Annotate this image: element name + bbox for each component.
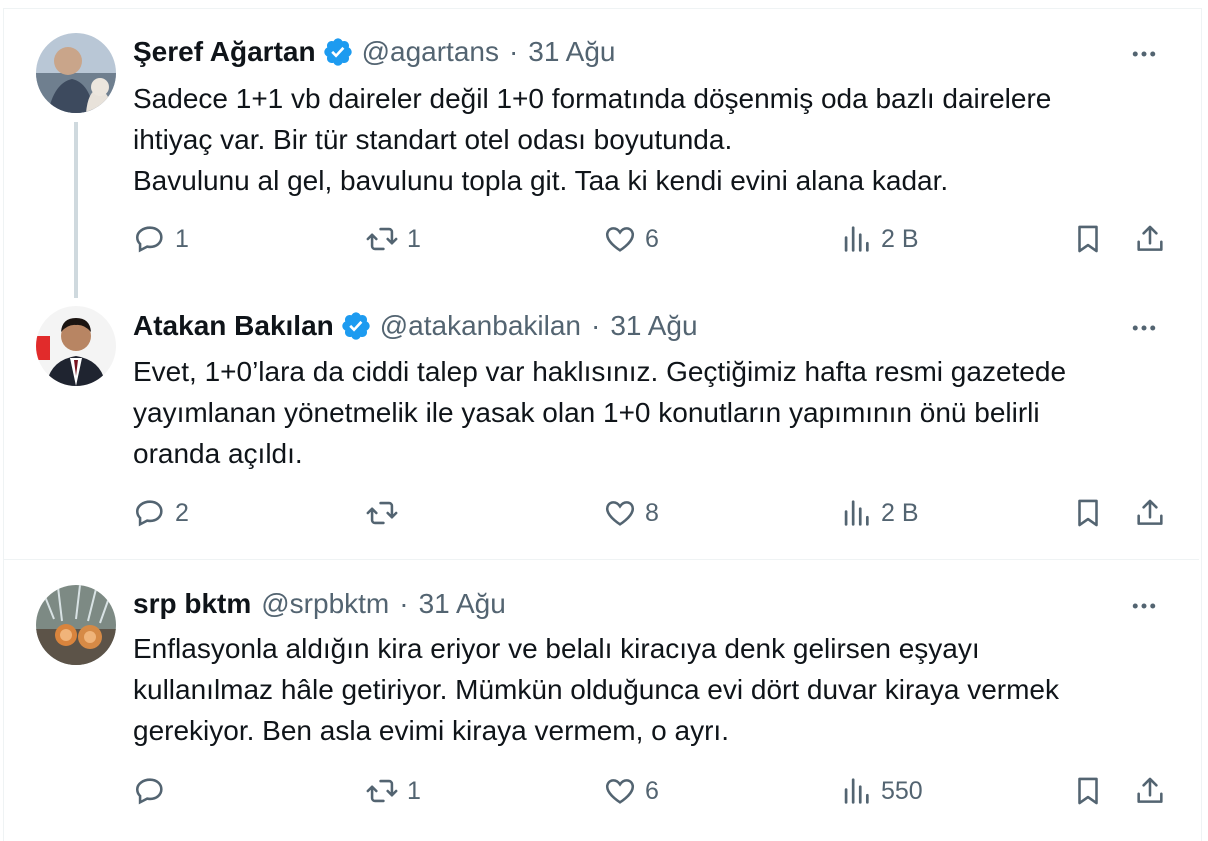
tweet-header: Atakan Bakılan @atakanbakilan · 31 Ağu bbox=[133, 308, 698, 344]
tweet-text: Enflasyonla aldığın kira eriyor ve belal… bbox=[133, 633, 1059, 746]
reply-count: 1 bbox=[175, 224, 189, 253]
reply-icon bbox=[135, 500, 163, 527]
thread-line bbox=[74, 122, 78, 298]
repost-button[interactable]: 1 bbox=[365, 222, 421, 256]
views-button[interactable]: 550 bbox=[839, 774, 923, 808]
reply-count: 2 bbox=[175, 498, 189, 527]
more-icon bbox=[1132, 51, 1156, 57]
views-count: 550 bbox=[881, 776, 923, 805]
bookmark-icon bbox=[1078, 777, 1098, 805]
verified-badge-icon bbox=[323, 38, 352, 66]
tweet-actions: 2 8 2 B bbox=[133, 496, 1173, 536]
separator-dot: · bbox=[508, 36, 519, 67]
share-icon bbox=[1137, 499, 1163, 525]
tweet-actions: 1 6 550 bbox=[133, 774, 1173, 814]
reply-icon bbox=[135, 226, 163, 253]
tweet-date[interactable]: 31 Ağu bbox=[419, 588, 506, 620]
like-icon bbox=[605, 227, 635, 252]
share-icon bbox=[1137, 777, 1163, 803]
like-count: 6 bbox=[645, 776, 659, 805]
author-handle[interactable]: @agartans bbox=[362, 36, 499, 68]
views-icon bbox=[844, 500, 869, 526]
views-button[interactable]: 2 B bbox=[839, 222, 919, 256]
like-button[interactable]: 6 bbox=[603, 222, 659, 256]
repost-button[interactable]: 1 bbox=[365, 774, 421, 808]
more-button[interactable] bbox=[1126, 36, 1162, 72]
tweet-actions: 1 1 6 2 B bbox=[133, 222, 1173, 262]
bookmark-button[interactable] bbox=[1071, 496, 1105, 530]
avatar[interactable] bbox=[36, 306, 116, 386]
reply-button[interactable] bbox=[133, 774, 175, 808]
views-count: 2 B bbox=[881, 498, 919, 527]
bookmark-button[interactable] bbox=[1071, 222, 1105, 256]
tweet-date[interactable]: 31 Ağu bbox=[610, 310, 697, 342]
views-icon bbox=[844, 226, 869, 252]
tweet-text: Sadece 1+1 vb daireler değil 1+0 formatı… bbox=[133, 83, 1052, 196]
author-name[interactable]: Atakan Bakılan bbox=[133, 310, 334, 342]
author-handle[interactable]: @atakanbakilan bbox=[380, 310, 581, 342]
views-button[interactable]: 2 B bbox=[839, 496, 919, 530]
repost-icon bbox=[366, 501, 398, 525]
share-button[interactable] bbox=[1133, 774, 1167, 808]
views-icon bbox=[844, 778, 869, 804]
repost-icon bbox=[366, 779, 398, 803]
author-name[interactable]: Şeref Ağartan bbox=[133, 36, 316, 68]
avatar[interactable] bbox=[36, 33, 116, 113]
tweet-header: srp bktm @srpbktm · 31 Ağu bbox=[133, 586, 506, 622]
more-icon bbox=[1132, 325, 1156, 331]
views-count: 2 B bbox=[881, 224, 919, 253]
tweet-header: Şeref Ağartan @agartans · 31 Ağu bbox=[133, 34, 616, 70]
share-icon bbox=[1137, 225, 1163, 251]
like-icon bbox=[605, 779, 635, 804]
repost-count: 1 bbox=[407, 776, 421, 805]
author-name[interactable]: srp bktm bbox=[133, 588, 251, 620]
share-button[interactable] bbox=[1133, 496, 1167, 530]
share-button[interactable] bbox=[1133, 222, 1167, 256]
reply-button[interactable]: 2 bbox=[133, 496, 189, 530]
like-button[interactable]: 6 bbox=[603, 774, 659, 808]
separator-dot: · bbox=[399, 588, 409, 619]
repost-icon bbox=[366, 227, 398, 251]
more-icon bbox=[1132, 603, 1156, 609]
tweet-date[interactable]: 31 Ağu bbox=[528, 36, 615, 68]
like-button[interactable]: 8 bbox=[603, 496, 659, 530]
tweet-divider bbox=[4, 559, 1199, 560]
tweet-text: Evet, 1+0’lara da ciddi talep var haklıs… bbox=[133, 356, 1067, 469]
bookmark-button[interactable] bbox=[1071, 774, 1105, 808]
author-handle[interactable]: @srpbktm bbox=[261, 588, 389, 620]
like-icon bbox=[605, 501, 635, 526]
repost-count: 1 bbox=[407, 224, 421, 253]
verified-badge-icon bbox=[342, 312, 370, 340]
reply-icon bbox=[135, 778, 163, 805]
more-button[interactable] bbox=[1126, 588, 1162, 624]
bookmark-icon bbox=[1078, 499, 1098, 527]
more-button[interactable] bbox=[1126, 310, 1162, 346]
reply-button[interactable]: 1 bbox=[133, 222, 189, 256]
like-count: 8 bbox=[645, 498, 659, 527]
repost-button[interactable] bbox=[365, 496, 407, 530]
bookmark-icon bbox=[1078, 225, 1098, 253]
like-count: 6 bbox=[645, 224, 659, 253]
avatar[interactable] bbox=[36, 585, 116, 665]
separator-dot: · bbox=[590, 310, 601, 341]
